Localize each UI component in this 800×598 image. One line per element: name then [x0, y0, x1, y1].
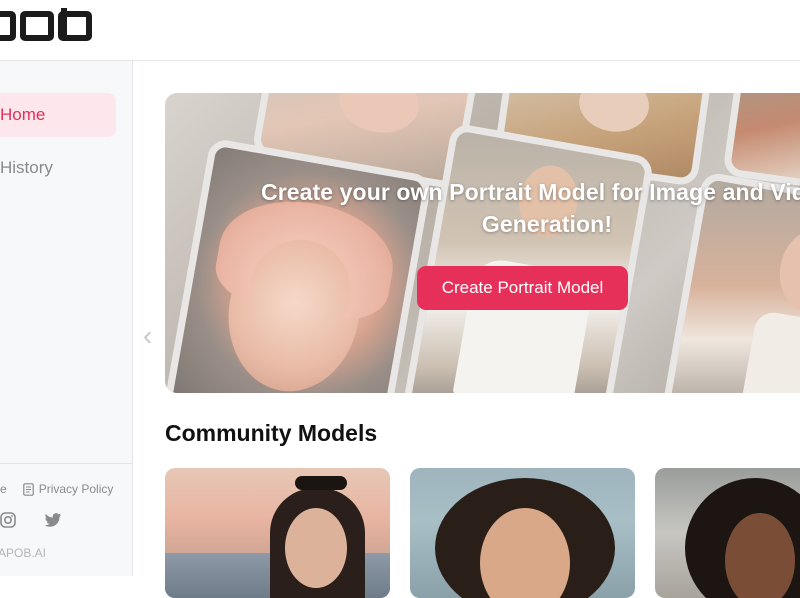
sidebar-item-label: Home — [0, 105, 46, 124]
banner-title-line: Create your own Portrait Model for Image… — [260, 179, 800, 205]
community-model-card[interactable] — [165, 468, 390, 598]
social-links — [0, 512, 62, 528]
sidebar: Home History ce Privacy Policy — [0, 61, 133, 576]
terms-link[interactable]: ce — [0, 482, 7, 496]
section-title: Community Models — [165, 420, 378, 446]
sidebar-footer: ce Privacy Policy APOB.AI — [0, 463, 133, 576]
sidebar-item-home[interactable]: Home — [0, 93, 116, 137]
hero-banner[interactable]: Create your own Portrait Model for Image… — [165, 93, 800, 393]
carousel-prev-icon[interactable]: ‹ — [143, 320, 152, 352]
footer-links: ce Privacy Policy — [0, 482, 113, 496]
banner-title-line: Generation! — [481, 211, 613, 237]
community-model-card[interactable] — [410, 468, 635, 598]
document-icon — [22, 482, 34, 496]
sidebar-item-history[interactable]: History — [0, 146, 116, 190]
top-header — [0, 0, 800, 61]
privacy-policy-link[interactable]: Privacy Policy — [39, 482, 114, 496]
apob-logo[interactable] — [0, 6, 102, 50]
community-model-card[interactable] — [655, 468, 800, 598]
banner-title: Create your own Portrait Model for Image… — [189, 176, 800, 240]
instagram-icon[interactable] — [0, 512, 16, 528]
sidebar-item-label: History — [0, 158, 53, 177]
copyright-text: APOB.AI — [0, 546, 47, 560]
create-portrait-model-button[interactable]: Create Portrait Model — [417, 266, 628, 310]
twitter-icon[interactable] — [44, 512, 62, 528]
